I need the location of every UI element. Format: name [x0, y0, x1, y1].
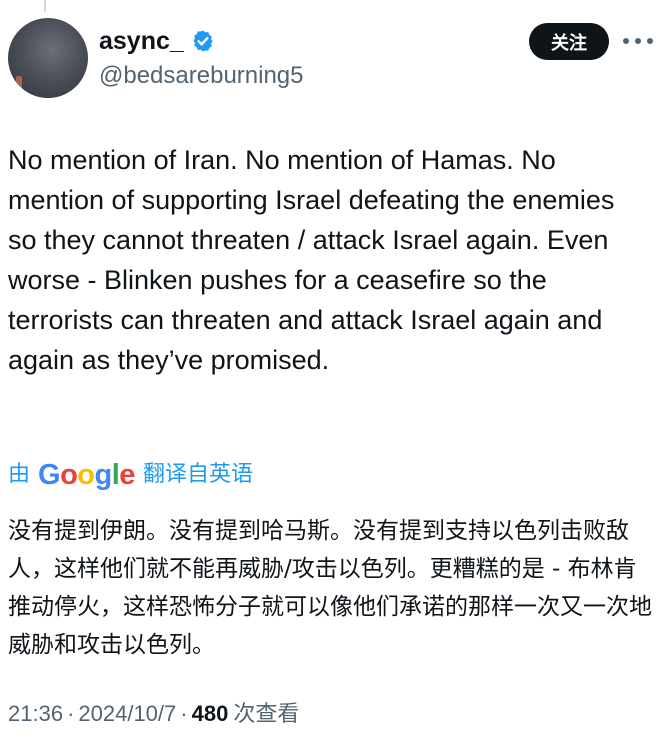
- tweet-meta: 21:36 · 2024/10/7 · 480 次查看: [8, 697, 299, 731]
- translation-suffix: 翻译自英语: [142, 462, 253, 487]
- dot-icon: [623, 38, 629, 44]
- follow-button[interactable]: 关注: [529, 23, 609, 60]
- author-handle[interactable]: @bedsareburning5: [99, 62, 304, 90]
- translated-tweet-text: 没有提到伊朗。没有提到哈马斯。没有提到支持以色列击败敌人，这样他们就不能再威胁/…: [8, 518, 652, 658]
- thread-connector-line: [44, 0, 46, 12]
- translation-attribution-link[interactable]: 由 Google 翻译自英语: [8, 458, 253, 492]
- tweet-time[interactable]: 21:36: [8, 697, 63, 731]
- tweet-date[interactable]: 2024/10/7: [78, 697, 176, 731]
- dot-icon: [647, 38, 653, 44]
- avatar-detail: [16, 76, 22, 90]
- author-name-row: async_: [99, 26, 215, 56]
- more-horizontal-icon[interactable]: [623, 32, 653, 50]
- translation-prefix: 由: [8, 462, 31, 487]
- views-count[interactable]: 480: [192, 697, 229, 731]
- google-logo: Google: [38, 459, 135, 491]
- avatar[interactable]: [8, 18, 88, 98]
- views-label: 次查看: [233, 701, 300, 726]
- verified-badge-icon: [193, 30, 213, 52]
- meta-separator: ·: [67, 701, 75, 726]
- display-name[interactable]: async_: [99, 26, 184, 56]
- meta-separator: ·: [180, 701, 188, 726]
- tweet-text: No mention of Iran. No mention of Hamas.…: [8, 145, 615, 375]
- dot-icon: [635, 38, 641, 44]
